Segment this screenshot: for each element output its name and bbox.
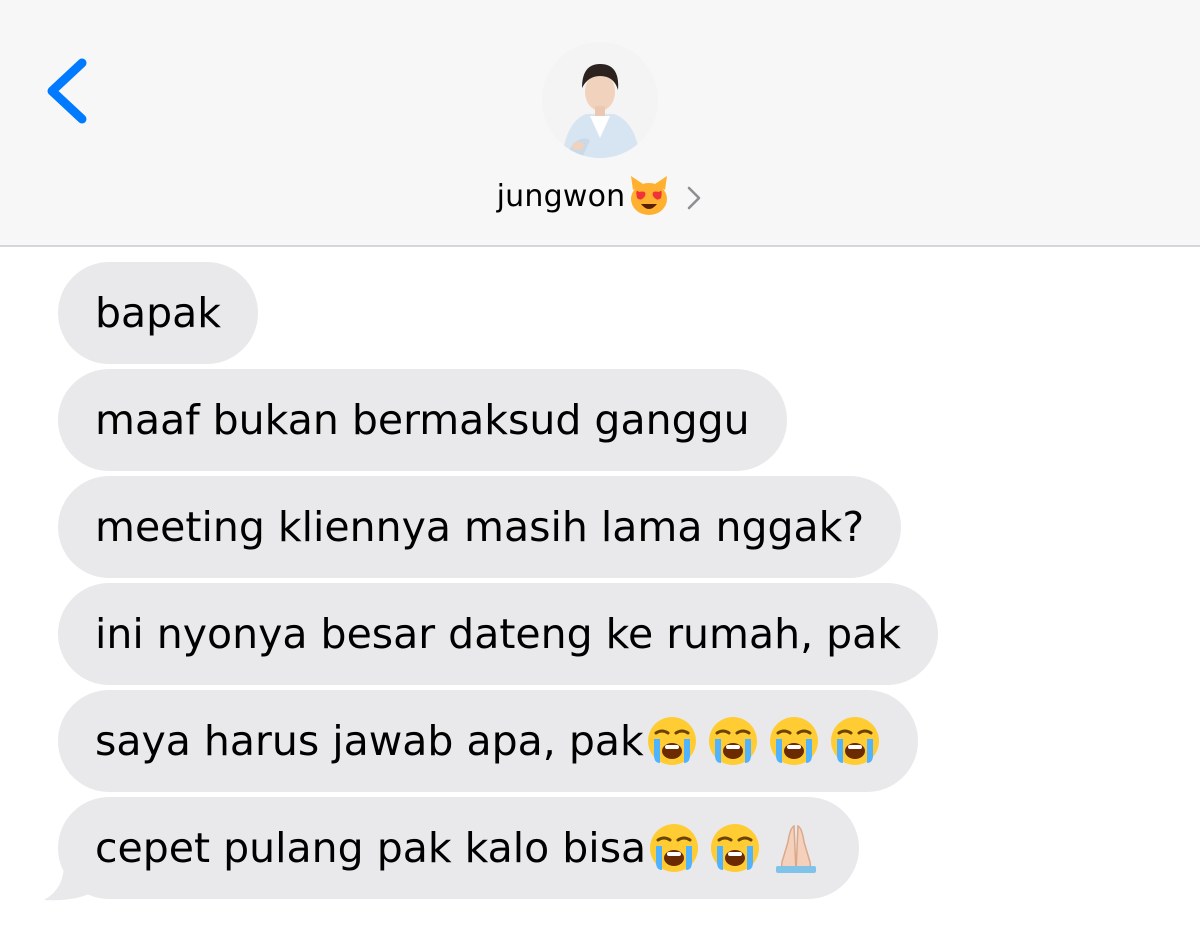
chevron-right-icon — [688, 186, 701, 210]
conversation-header: jungwon — [0, 0, 1200, 247]
message-bubble[interactable]: ini nyonya besar dateng ke rumah, pak — [58, 583, 939, 685]
loudly-crying-face-icon — [646, 715, 698, 767]
back-button[interactable] — [40, 55, 100, 127]
message-text: cepet pulang pak kalo bisa — [95, 824, 647, 872]
contact-details-link[interactable]: jungwon — [0, 174, 1200, 218]
contact-photo — [542, 42, 658, 158]
contact-name: jungwon — [496, 178, 626, 214]
message-text: maaf bukan bermaksud ganggu — [95, 396, 750, 444]
message-bubble[interactable]: cepet pulang pak kalo bisa — [58, 797, 860, 899]
message-bubble[interactable]: saya harus jawab apa, pak — [58, 690, 918, 792]
message-bubble[interactable]: maaf bukan bermaksud ganggu — [58, 369, 787, 471]
chevron-left-icon — [47, 58, 87, 124]
avatar[interactable] — [542, 42, 658, 158]
message-text: meeting kliennya masih lama nggak? — [95, 503, 865, 551]
message-bubble[interactable]: bapak — [58, 262, 259, 364]
message-text: saya harus jawab apa, pak — [95, 717, 644, 765]
message-bubble[interactable]: meeting kliennya masih lama nggak? — [58, 476, 902, 578]
loudly-crying-face-icon — [707, 715, 759, 767]
loudly-crying-face-icon — [709, 822, 761, 874]
loudly-crying-face-icon — [648, 822, 700, 874]
message-text: bapak — [95, 289, 222, 337]
bubble-tail — [44, 858, 100, 901]
folded-hands-icon — [775, 825, 817, 874]
loudly-crying-face-icon — [768, 715, 820, 767]
smiling-cat-heart-eyes-icon — [631, 176, 668, 215]
message-text: ini nyonya besar dateng ke rumah, pak — [95, 610, 902, 658]
loudly-crying-face-icon — [829, 715, 881, 767]
